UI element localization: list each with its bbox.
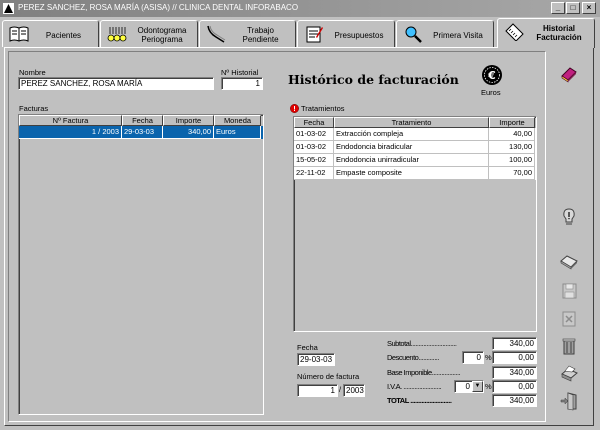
column-header[interactable]: Moneda <box>214 115 261 126</box>
currency-label: Euros <box>481 88 501 97</box>
currency-symbol: € <box>487 69 496 82</box>
maximize-button[interactable]: □ <box>566 2 580 14</box>
magnifier-icon <box>405 26 422 43</box>
tratamiento-nombre: Endodoncia biradicular <box>334 141 489 154</box>
tab-pacientes[interactable]: Pacientes <box>2 20 99 47</box>
tratamiento-importe: 130,00 <box>489 141 535 154</box>
open-folder-icon[interactable] <box>559 253 579 273</box>
save-disk-icon[interactable] <box>559 281 579 301</box>
close-button[interactable]: × <box>582 2 596 14</box>
column-header[interactable]: Tratamiento <box>334 117 489 128</box>
table-header: Nº Factura Fecha Importe Moneda <box>19 115 263 126</box>
descuento-pct-field[interactable]: 0 <box>462 351 484 364</box>
page-title: Histórico de facturación <box>288 72 459 87</box>
tratamiento-importe: 100,00 <box>489 154 535 167</box>
column-header[interactable]: Importe <box>163 115 214 126</box>
factura-fecha: 29-03-03 <box>122 126 163 139</box>
teeth-icon <box>107 27 127 42</box>
column-header[interactable]: Fecha <box>294 117 334 128</box>
tab-label: Primera Visita <box>433 30 483 40</box>
factura-importe: 340,00 <box>163 126 214 139</box>
total-label: TOTAL .......................... <box>387 396 452 405</box>
dental-tool-icon <box>207 25 226 43</box>
tratamiento-fecha: 15-05-02 <box>294 154 334 167</box>
app-logo-icon <box>3 3 14 14</box>
tratamiento-importe: 70,00 <box>489 167 535 180</box>
tab-label: Presupuestos <box>334 30 384 40</box>
numero-separator: / <box>339 385 342 394</box>
numero-factura-label: Número de factura <box>297 372 360 381</box>
tab-primera-visita[interactable]: Primera Visita <box>396 20 494 47</box>
iva-label: I.V.A. ........................ <box>387 382 442 391</box>
tratamiento-fecha: 01-03-02 <box>294 141 334 154</box>
euro-icon[interactable]: € <box>481 64 503 86</box>
historial-label: Nº Historial <box>221 68 259 77</box>
name-field[interactable]: PEREZ SANCHEZ, ROSA MARÍA <box>18 77 214 90</box>
tratamiento-importe: 40,00 <box>489 128 535 141</box>
descuento-field[interactable]: 0,00 <box>492 351 537 364</box>
base-imponible-label: Base Imponible.................. <box>387 368 461 377</box>
printer-icon[interactable] <box>559 363 579 383</box>
ruler-icon <box>505 23 524 41</box>
close-doc-icon[interactable] <box>559 309 579 329</box>
window-title: PEREZ SANCHEZ, ROSA MARÍA (ASISA) // CLI… <box>18 3 299 12</box>
iva-pct-symbol: % <box>485 382 492 391</box>
name-label: Nombre <box>19 68 46 77</box>
tratamiento-nombre: Extracción compleja <box>334 128 489 141</box>
minimize-button[interactable]: _ <box>551 2 565 14</box>
base-imponible-field[interactable]: 340,00 <box>492 366 537 379</box>
exit-door-icon[interactable] <box>559 391 579 411</box>
factura-moneda: Euros <box>214 126 261 139</box>
table-row[interactable]: 01-03-02 Endodoncia biradicular 130,00 <box>294 141 536 154</box>
tratamiento-nombre: Endodoncia unirradicular <box>334 154 489 167</box>
tratamiento-fecha: 01-03-02 <box>294 128 334 141</box>
tab-historial-facturacion[interactable]: Historial Facturación <box>497 18 595 48</box>
subtotal-field[interactable]: 340,00 <box>492 337 537 350</box>
tratamiento-fecha: 22-11-02 <box>294 167 334 180</box>
tab-trabajo-pendiente[interactable]: Trabajo Pendiente <box>199 20 296 47</box>
tab-label: Pacientes <box>45 30 82 40</box>
descuento-label: Descuento............. <box>387 353 439 362</box>
title-bar: PEREZ SANCHEZ, ROSA MARÍA (ASISA) // CLI… <box>0 0 600 17</box>
table-header: Fecha Tratamiento Importe <box>294 117 536 128</box>
tab-bar: Pacientes Odontograma Periograma Trabajo… <box>0 18 600 48</box>
descuento-pct-symbol: % <box>485 353 492 362</box>
book-red-icon[interactable] <box>559 64 579 84</box>
column-header[interactable]: Importe <box>489 117 535 128</box>
table-row[interactable]: 22-11-02 Empaste composite 70,00 <box>294 167 536 180</box>
chevron-down-icon[interactable]: ▼ <box>472 381 483 392</box>
iva-field[interactable]: 0,00 <box>492 380 537 393</box>
tab-label: Historial Facturación <box>536 24 582 42</box>
facturas-table[interactable]: Nº Factura Fecha Importe Moneda 1 / 2003… <box>18 114 264 415</box>
historial-field[interactable]: 1 <box>221 77 263 90</box>
table-row[interactable]: 1 / 2003 29-03-03 340,00 Euros <box>19 126 263 139</box>
factura-numero: 1 / 2003 <box>19 126 122 139</box>
tab-label: Odontograma Periograma <box>137 26 187 44</box>
fecha-label: Fecha <box>297 343 318 352</box>
tab-label: Trabajo Pendiente <box>242 26 279 44</box>
document-icon <box>306 26 323 43</box>
total-field[interactable]: 340,00 <box>492 394 537 407</box>
tratamientos-table[interactable]: Fecha Tratamiento Importe 01-03-02 Extra… <box>293 116 537 332</box>
alert-bulb-icon[interactable] <box>559 207 579 227</box>
trash-icon[interactable] <box>559 336 579 356</box>
anio-factura-field[interactable]: 2003 <box>343 384 365 397</box>
table-row[interactable]: 15-05-02 Endodoncia unirradicular 100,00 <box>294 154 536 167</box>
column-header[interactable]: Nº Factura <box>19 115 122 126</box>
fecha-field[interactable]: 29-03-03 <box>297 353 335 366</box>
column-header[interactable]: Fecha <box>122 115 163 126</box>
tratamiento-nombre: Empaste composite <box>334 167 489 180</box>
tab-presupuestos[interactable]: Presupuestos <box>297 20 395 47</box>
book-icon <box>9 26 29 42</box>
tab-odontograma[interactable]: Odontograma Periograma <box>100 20 198 47</box>
facturas-label: Facturas <box>19 104 49 113</box>
table-row[interactable]: 01-03-02 Extracción compleja 40,00 <box>294 128 536 141</box>
numero-factura-field[interactable]: 1 <box>297 384 338 397</box>
warning-icon <box>290 104 299 113</box>
subtotal-label: Subtotal............................. <box>387 339 457 348</box>
tratamientos-label: Tratamientos <box>301 104 345 113</box>
